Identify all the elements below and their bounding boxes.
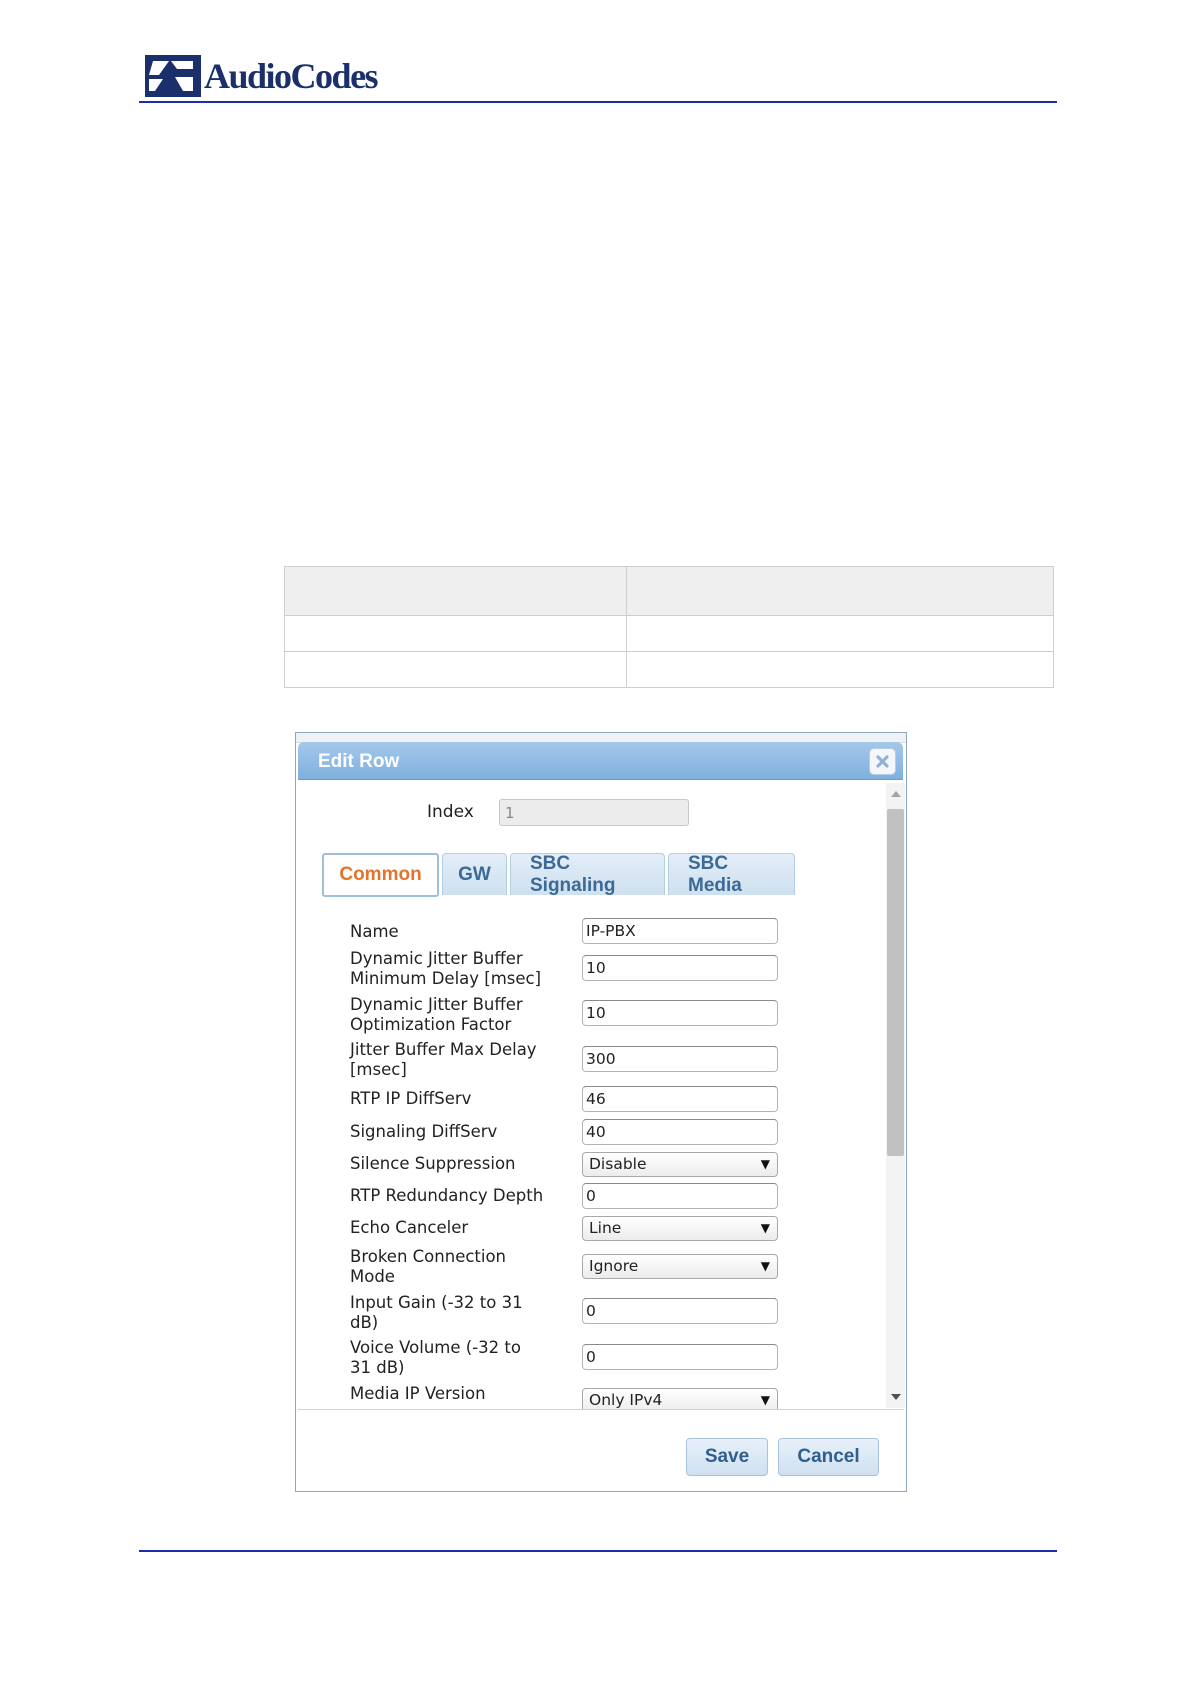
dialog-scroll-area[interactable]: Index 1 Common GW SBC Signaling SBC Medi… [296,733,886,1409]
media-ip-version-label: Media IP Version [350,1384,486,1403]
jitter-max-delay-input[interactable]: 300 [582,1046,778,1072]
rtp-redundancy-input[interactable]: 0 [582,1183,778,1209]
broken-connection-label: Broken Connection Mode [350,1247,507,1286]
echo-canceler-label: Echo Canceler [350,1218,469,1237]
table-row [284,615,1054,652]
media-ip-version-value: Only IPv4 [589,1391,663,1409]
audiocodes-logo: AudioCodes [145,54,379,98]
signaling-diffserv-input[interactable]: 40 [582,1119,778,1145]
rtp-ip-diffserv-label: RTP IP DiffServ [350,1089,472,1108]
tab-bar: Common GW SBC Signaling SBC Media [322,853,798,897]
save-button[interactable]: Save [686,1438,768,1476]
index-field: 1 [499,799,689,826]
vertical-scrollbar[interactable] [886,783,905,1408]
document-table [284,566,1054,688]
index-label: Index [427,802,474,822]
name-input[interactable]: IP-PBX [582,918,778,944]
scroll-down-arrow-icon[interactable] [891,1394,901,1400]
input-gain-label: Input Gain (-32 to 31 dB) [350,1293,523,1332]
scroll-up-arrow-icon[interactable] [891,791,901,797]
name-label: Name [350,922,399,941]
cancel-button[interactable]: Cancel [778,1438,879,1476]
broken-connection-select[interactable]: Ignore ▼ [582,1254,778,1279]
rtp-redundancy-label: RTP Redundancy Depth [350,1186,544,1205]
logo-text: AudioCodes [204,56,379,96]
jitter-optimization-label: Dynamic Jitter Buffer Optimization Facto… [350,995,523,1034]
signaling-diffserv-label: Signaling DiffServ [350,1122,498,1141]
footer-rule [139,1550,1057,1552]
silence-suppression-label: Silence Suppression [350,1154,516,1173]
table-row [284,651,1054,688]
table-header-row [284,566,1054,616]
jitter-max-delay-label: Jitter Buffer Max Delay [msec] [350,1040,537,1079]
dropdown-arrow-icon: ▼ [760,1221,770,1235]
tab-gw[interactable]: GW [442,853,507,895]
tab-sbc-signaling[interactable]: SBC Signaling [510,853,665,896]
jitter-min-delay-label: Dynamic Jitter Buffer Minimum Delay [mse… [350,949,542,988]
input-gain-input[interactable]: 0 [582,1298,778,1324]
rtp-ip-diffserv-input[interactable]: 46 [582,1086,778,1112]
jitter-min-delay-input[interactable]: 10 [582,955,778,981]
silence-suppression-value: Disable [589,1155,647,1173]
tab-common[interactable]: Common [322,853,439,897]
jitter-optimization-input[interactable]: 10 [582,1000,778,1026]
tab-sbc-media[interactable]: SBC Media [668,853,795,896]
voice-volume-label: Voice Volume (-32 to 31 dB) [350,1338,521,1377]
dropdown-arrow-icon: ▼ [760,1393,770,1407]
dropdown-arrow-icon: ▼ [760,1157,770,1171]
media-ip-version-select[interactable]: Only IPv4 ▼ [582,1388,778,1409]
echo-canceler-value: Line [589,1219,622,1237]
echo-canceler-select[interactable]: Line ▼ [582,1216,778,1241]
scrollbar-thumb[interactable] [887,809,904,1156]
header-rule [139,101,1057,103]
edit-row-dialog: Edit Row Index 1 Common GW SBC Signaling… [295,732,907,1492]
voice-volume-input[interactable]: 0 [582,1344,778,1370]
silence-suppression-select[interactable]: Disable ▼ [582,1152,778,1177]
dialog-footer-divider [298,1409,904,1410]
audiocodes-logo-icon [145,55,201,97]
broken-connection-value: Ignore [589,1257,639,1275]
dropdown-arrow-icon: ▼ [760,1259,770,1273]
